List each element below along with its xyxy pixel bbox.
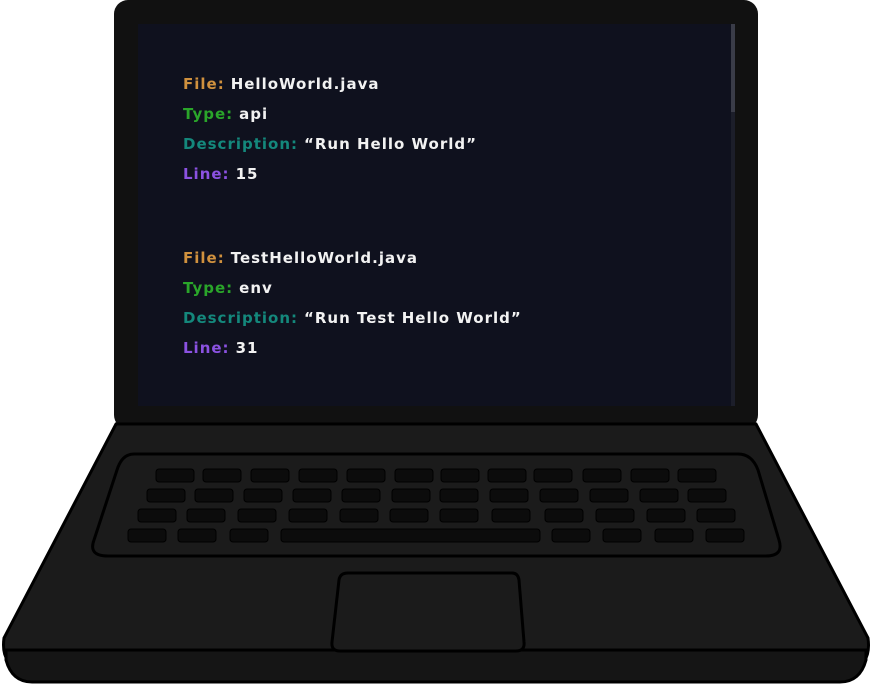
description-value: “Run Hello World” [304, 135, 477, 153]
line-row: Line: 31 [183, 338, 522, 368]
type-row: Type: api [183, 104, 477, 134]
key[interactable] [250, 468, 290, 483]
line-label: Line: [183, 339, 230, 357]
key[interactable] [288, 508, 328, 523]
key[interactable] [146, 488, 186, 503]
key[interactable] [687, 488, 727, 503]
type-row: Type: env [183, 278, 522, 308]
description-label: Description: [183, 309, 299, 327]
file-entry: File: HelloWorld.java Type: api Descriptio… [183, 74, 477, 194]
key[interactable] [440, 468, 480, 483]
key[interactable] [439, 508, 479, 523]
description-value: “Run Test Hello World” [304, 309, 522, 327]
key[interactable] [237, 508, 277, 523]
key[interactable] [654, 528, 694, 543]
file-value: HelloWorld.java [230, 75, 380, 93]
type-label: Type: [183, 105, 234, 123]
key[interactable] [582, 468, 622, 483]
line-label: Line: [183, 165, 230, 183]
description-row: Description: “Run Test Hello World” [183, 308, 522, 338]
key[interactable] [491, 508, 531, 523]
key[interactable] [394, 468, 434, 483]
key[interactable] [696, 508, 736, 523]
key[interactable] [705, 528, 745, 543]
key[interactable] [292, 488, 332, 503]
description-label: Description: [183, 135, 299, 153]
file-row: File: HelloWorld.java [183, 74, 477, 104]
key[interactable] [137, 508, 177, 523]
type-value: env [239, 279, 273, 297]
key[interactable] [339, 508, 379, 523]
key[interactable] [186, 508, 226, 523]
line-row: Line: 15 [183, 164, 477, 194]
key[interactable] [539, 488, 579, 503]
key[interactable] [489, 488, 529, 503]
scrollbar-thumb[interactable] [731, 24, 735, 112]
key[interactable] [551, 528, 591, 543]
key[interactable] [346, 468, 386, 483]
key[interactable] [544, 508, 584, 523]
file-entry: File: TestHelloWorld.java Type: env Descri… [183, 248, 522, 368]
file-row: File: TestHelloWorld.java [183, 248, 522, 278]
key[interactable] [177, 528, 217, 543]
line-value: 15 [235, 165, 259, 183]
key[interactable] [602, 528, 642, 543]
key[interactable] [229, 528, 269, 543]
file-label: File: [183, 75, 225, 93]
key[interactable] [533, 468, 573, 483]
key[interactable] [298, 468, 338, 483]
key[interactable] [243, 488, 283, 503]
key[interactable] [341, 488, 381, 503]
key[interactable] [595, 508, 635, 523]
key[interactable] [127, 528, 167, 543]
base-shadow-edge [4, 648, 868, 684]
key[interactable] [639, 488, 679, 503]
space-bar[interactable] [280, 528, 541, 543]
key[interactable] [389, 508, 429, 523]
key[interactable] [677, 468, 717, 483]
key[interactable] [487, 468, 527, 483]
type-label: Type: [183, 279, 234, 297]
line-value: 31 [235, 339, 259, 357]
key[interactable] [646, 508, 686, 523]
key[interactable] [391, 488, 431, 503]
key[interactable] [439, 488, 479, 503]
type-value: api [239, 105, 269, 123]
key[interactable] [155, 468, 195, 483]
key[interactable] [589, 488, 629, 503]
file-value: TestHelloWorld.java [230, 249, 418, 267]
trackpad[interactable] [330, 571, 526, 653]
key[interactable] [630, 468, 670, 483]
description-row: Description: “Run Hello World” [183, 134, 477, 164]
terminal-screen: File: HelloWorld.java Type: api Descriptio… [138, 24, 731, 406]
file-label: File: [183, 249, 225, 267]
key[interactable] [202, 468, 242, 483]
key[interactable] [194, 488, 234, 503]
